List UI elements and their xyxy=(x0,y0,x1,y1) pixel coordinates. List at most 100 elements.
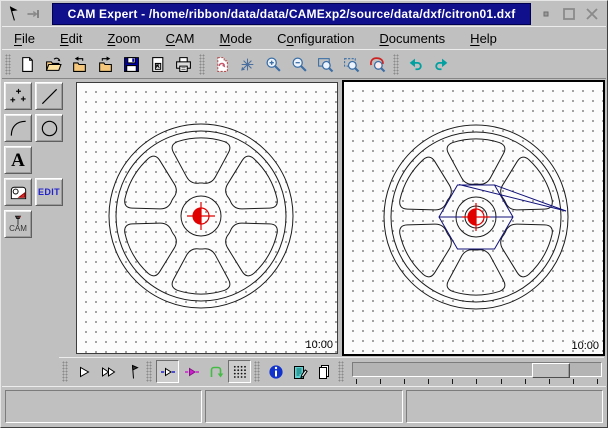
info-button[interactable] xyxy=(264,360,287,383)
spoke-cutout[interactable] xyxy=(125,156,177,209)
menu-file[interactable]: File xyxy=(14,31,35,46)
window-title-bar[interactable]: CAM Expert - /home/ribbon/data/data/CAME… xyxy=(52,3,531,25)
animation-slider[interactable] xyxy=(352,360,602,385)
document-window-1[interactable]: 10:00 xyxy=(76,82,338,354)
slider-thumb[interactable] xyxy=(532,363,570,378)
zoom-all-button[interactable] xyxy=(365,52,390,77)
cam-tool-button[interactable]: CAM xyxy=(4,210,32,238)
menu-cam[interactable]: CAM xyxy=(166,31,195,46)
undo-button[interactable] xyxy=(403,52,428,77)
new-button[interactable] xyxy=(15,52,40,77)
slider-tick xyxy=(525,379,526,384)
toolbar-handle[interactable] xyxy=(62,361,68,382)
page-preview-button[interactable] xyxy=(145,52,170,77)
new-document-icon xyxy=(19,56,36,73)
origin-marker-cross[interactable] xyxy=(462,203,490,231)
open-folder-icon xyxy=(45,56,62,73)
export-folder-icon xyxy=(97,56,114,73)
titlebar[interactable]: CAM Expert - /home/ribbon/data/data/CAME… xyxy=(2,2,606,25)
minimize-dot-icon[interactable] xyxy=(537,5,555,23)
status-bar xyxy=(2,386,606,427)
menu-help[interactable]: Help xyxy=(470,31,497,46)
import-folder-button[interactable] xyxy=(67,52,92,77)
window-tack-icon[interactable] xyxy=(25,5,43,23)
spoke-cutout[interactable] xyxy=(447,250,505,295)
circle-tool-button[interactable] xyxy=(35,114,63,142)
spoke-cutout[interactable] xyxy=(400,157,452,210)
copies-button[interactable] xyxy=(312,360,335,383)
simulation-buttons xyxy=(59,360,335,383)
line-icon xyxy=(39,86,60,107)
toolbar-handle[interactable] xyxy=(199,54,205,75)
tool-palette: AEDITCAM xyxy=(4,82,66,240)
loop-button[interactable] xyxy=(204,360,227,383)
toolbar-handle[interactable] xyxy=(146,361,152,382)
origin-marker-cross[interactable] xyxy=(187,202,215,230)
drawing-canvas-2[interactable]: 10:00 xyxy=(344,82,603,354)
zoom-out-icon xyxy=(291,56,308,73)
edit-tool-button[interactable]: EDIT xyxy=(35,178,63,206)
menu-configuration[interactable]: Configuration xyxy=(277,31,354,46)
import-folder-icon xyxy=(71,56,88,73)
spoke-cutout[interactable] xyxy=(501,157,553,210)
snap-point-button[interactable] xyxy=(235,52,260,77)
run-step-button[interactable] xyxy=(180,360,203,383)
page-preview-icon xyxy=(149,56,166,73)
menu-documents[interactable]: Documents xyxy=(379,31,445,46)
drawing-canvas-1[interactable]: 10:00 xyxy=(77,83,337,353)
spoke-cutout[interactable] xyxy=(172,138,230,183)
open-button[interactable] xyxy=(41,52,66,77)
loop-icon xyxy=(208,364,224,380)
spoke-cutout[interactable] xyxy=(501,224,553,277)
snap-grid-button[interactable] xyxy=(228,360,251,383)
menu-zoom[interactable]: Zoom xyxy=(107,31,140,46)
step-icon xyxy=(160,364,176,380)
menu-bar: File Edit Zoom CAM Mode Configuration Document… xyxy=(2,26,606,50)
zoom-out-button[interactable] xyxy=(287,52,312,77)
menu-edit[interactable]: Edit xyxy=(60,31,82,46)
spoke-cutout[interactable] xyxy=(226,156,278,209)
flag-button[interactable] xyxy=(120,360,143,383)
spoke-cutout[interactable] xyxy=(125,223,177,276)
step-button[interactable] xyxy=(156,360,179,383)
arc-tool-button[interactable] xyxy=(4,114,32,142)
toolpath-lead-line[interactable] xyxy=(459,185,566,212)
zoom-window-button[interactable] xyxy=(313,52,338,77)
print-button[interactable] xyxy=(171,52,196,77)
spoke-cutout[interactable] xyxy=(172,249,230,294)
toolbar-group xyxy=(156,360,251,383)
slider-tick xyxy=(452,379,453,384)
document-window-2[interactable]: 10:00 xyxy=(342,80,605,356)
arc-icon xyxy=(8,118,29,139)
save-button[interactable] xyxy=(119,52,144,77)
line-tool-button[interactable] xyxy=(35,82,63,110)
close-icon[interactable] xyxy=(583,5,601,23)
spoke-cutout[interactable] xyxy=(447,139,505,184)
export-folder-button[interactable] xyxy=(93,52,118,77)
window-pin-icon[interactable] xyxy=(5,5,23,23)
redo-button[interactable] xyxy=(429,52,454,77)
toolbar-handle[interactable] xyxy=(338,361,344,382)
toolbar-handle[interactable] xyxy=(254,361,260,382)
notes-button[interactable] xyxy=(288,360,311,383)
zoom-window-icon xyxy=(317,56,334,73)
contour-tool-button[interactable] xyxy=(4,178,32,206)
toolbar-handle[interactable] xyxy=(393,54,399,75)
circle-icon xyxy=(39,118,60,139)
toolpath-lead-line[interactable] xyxy=(495,185,567,211)
zoom-in-button[interactable] xyxy=(261,52,286,77)
status-panel-1 xyxy=(5,390,202,423)
text-tool-button[interactable]: A xyxy=(4,146,32,174)
points-tool-button[interactable] xyxy=(4,82,32,110)
toolbar-handle[interactable] xyxy=(5,54,11,75)
zoom-selection-button[interactable] xyxy=(339,52,364,77)
redraw-button[interactable] xyxy=(209,52,234,77)
status-panel-2 xyxy=(205,390,402,423)
fast-forward-button[interactable] xyxy=(96,360,119,383)
spoke-cutout[interactable] xyxy=(400,224,452,277)
play-button[interactable] xyxy=(72,360,95,383)
spoke-cutout[interactable] xyxy=(226,223,278,276)
slider-tick xyxy=(404,379,405,384)
menu-mode[interactable]: Mode xyxy=(220,31,253,46)
maximize-icon[interactable] xyxy=(560,5,578,23)
